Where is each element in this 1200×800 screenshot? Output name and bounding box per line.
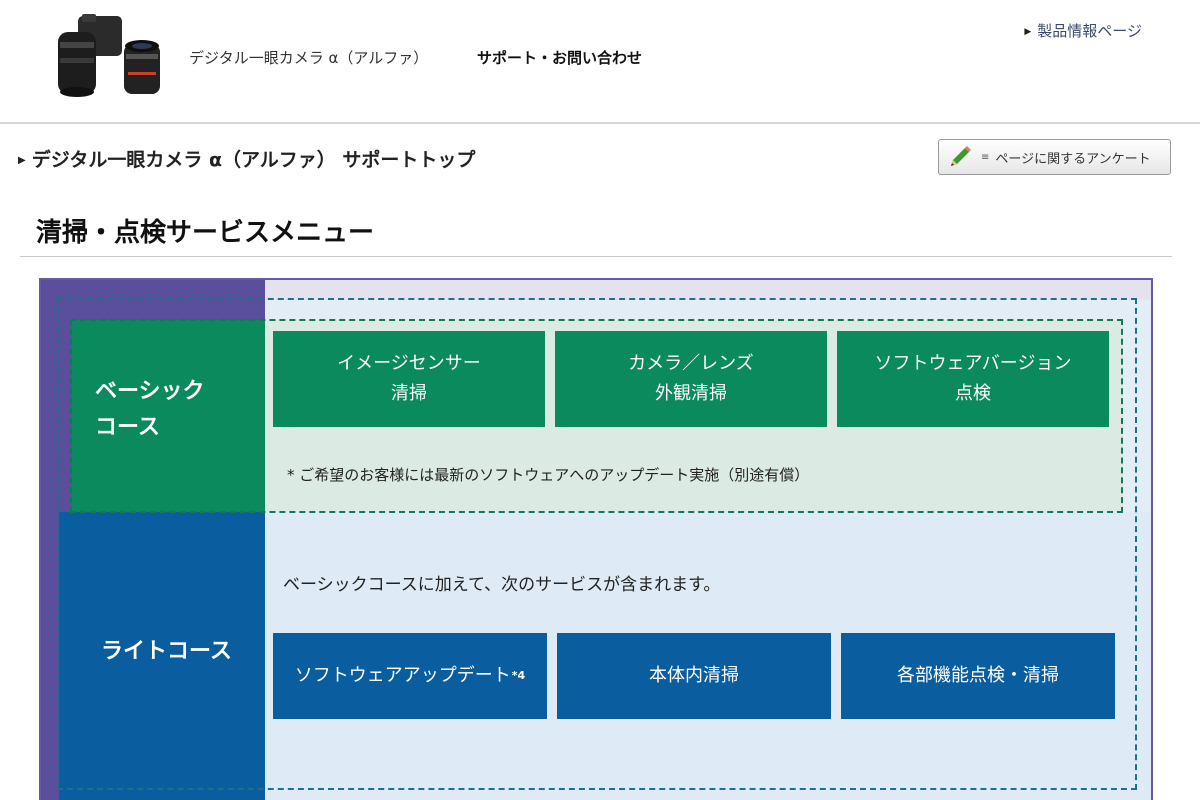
service-label: ソフトウェアアップデート <box>294 665 511 686</box>
product-info-link[interactable]: ▶ 製品情報ページ <box>1024 20 1142 41</box>
service-internal-cleaning[interactable]: 本体内清掃 <box>557 633 831 719</box>
pencil-icon <box>951 146 971 166</box>
light-course-note: ベーシックコースに加えて、次のサービスが含まれます。 <box>283 575 721 595</box>
light-course-label: ライトコース <box>101 639 232 664</box>
breadcrumb[interactable]: ▶ デジタル一眼カメラ α（アルファ） サポートトップ <box>18 145 475 172</box>
service-image-sensor-cleaning[interactable]: イメージセンサー 清掃 <box>273 331 545 427</box>
service-software-version-check[interactable]: ソフトウェアバージョン 点検 <box>837 331 1109 427</box>
triangle-right-icon: ▶ <box>1024 27 1032 37</box>
service-line2: 清掃 <box>390 383 427 404</box>
title-divider <box>20 256 1172 257</box>
small-pencil-mark-icon: ≡ <box>981 151 990 163</box>
site-header: デジタル一眼カメラ α（アルファ） サポート・お問い合わせ ▶ 製品情報ページ <box>0 0 1200 124</box>
product-info-label: 製品情報ページ <box>1037 22 1142 40</box>
basic-course-label-line2: コース <box>95 415 160 440</box>
service-software-update[interactable]: ソフトウェアアップデート *4 <box>273 633 547 719</box>
panel-top-band <box>265 280 1151 300</box>
page-title: 清掃・点検サービスメニュー <box>36 218 375 248</box>
basic-course-note: * ご希望のお客様には最新のソフトウェアへのアップデート実施（別途有償） <box>287 466 810 484</box>
service-function-check-cleaning[interactable]: 各部機能点検・清掃 <box>841 633 1115 719</box>
service-line2: 外観清掃 <box>654 383 727 404</box>
service-line1: カメラ／レンズ <box>628 353 754 374</box>
service-exterior-cleaning[interactable]: カメラ／レンズ 外観清掃 <box>555 331 827 427</box>
service-line2: 点検 <box>954 383 991 404</box>
nav-support-link[interactable]: サポート・お問い合わせ <box>477 49 642 67</box>
service-line1: イメージセンサー <box>337 353 481 374</box>
basic-course-label-line1: ベーシック <box>95 379 205 404</box>
footnote-marker: *4 <box>511 669 526 682</box>
header-nav: デジタル一眼カメラ α（アルファ） サポート・お問い合わせ <box>189 47 676 68</box>
nav-title[interactable]: デジタル一眼カメラ α（アルファ） <box>189 49 428 67</box>
basic-course-label: ベーシック コース <box>95 374 245 446</box>
service-label: 各部機能点検・清掃 <box>897 665 1059 686</box>
page-survey-button[interactable]: ≡ ページに関するアンケート <box>938 139 1171 175</box>
survey-button-label: ページに関するアンケート <box>995 151 1151 167</box>
breadcrumb-label: デジタル一眼カメラ α（アルファ） サポートトップ <box>31 149 476 171</box>
service-menu-panel: ベーシック コース イメージセンサー 清掃 カメラ／レンズ 外観清掃 ソフトウェ… <box>39 278 1153 800</box>
service-line1: ソフトウェアバージョン <box>874 353 1072 374</box>
triangle-right-icon: ▶ <box>18 155 26 166</box>
service-label: 本体内清掃 <box>649 665 739 686</box>
camera-product-image <box>58 14 160 97</box>
